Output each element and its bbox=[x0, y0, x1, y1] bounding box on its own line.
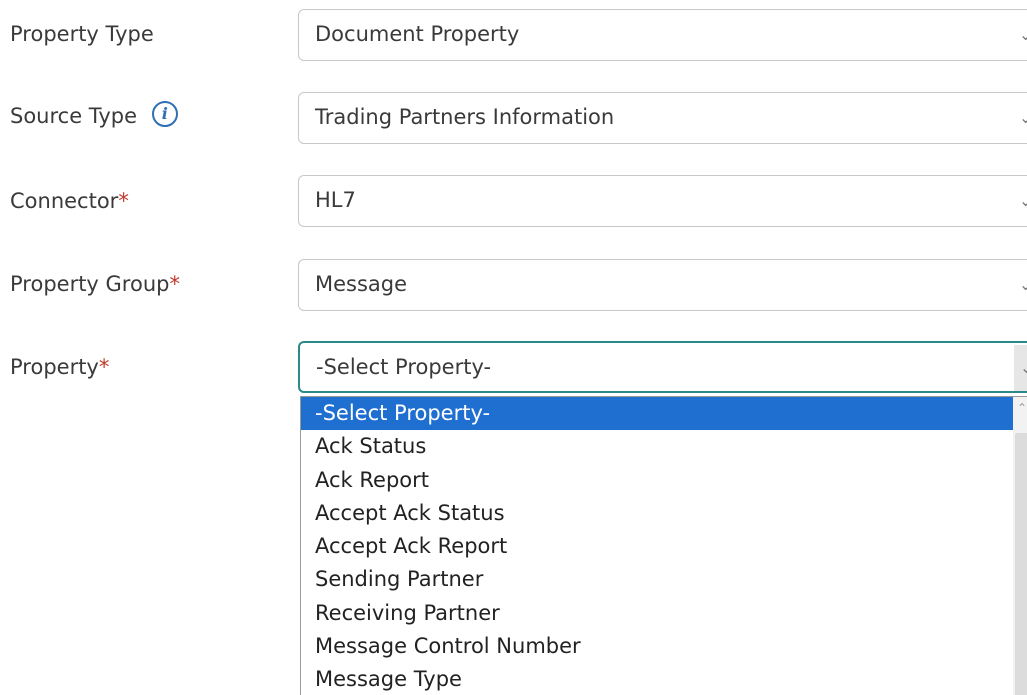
property-label-text: Property bbox=[10, 355, 99, 379]
property-form: Property Type Document Property ⌄ Source… bbox=[0, 0, 1027, 695]
property-group-label: Property Group* bbox=[10, 269, 180, 299]
dropdown-option[interactable]: Receiving Partner bbox=[301, 597, 1027, 630]
required-marker: * bbox=[169, 272, 180, 296]
chevron-down-icon: ⌄ bbox=[1019, 25, 1027, 44]
chevron-down-icon: ⌄ bbox=[1019, 191, 1027, 210]
chevron-up-icon[interactable]: ⌃ bbox=[1017, 401, 1027, 415]
property-group-label-text: Property Group bbox=[10, 272, 170, 296]
dropdown-option[interactable]: Message Type bbox=[301, 663, 1027, 695]
dropdown-option[interactable]: -Select Property- bbox=[301, 397, 1027, 431]
source-type-select[interactable]: Trading Partners Information ⌄ bbox=[298, 92, 1027, 144]
dropdown-option[interactable]: Message Control Number bbox=[301, 630, 1027, 663]
connector-label: Connector* bbox=[10, 186, 129, 216]
chevron-down-icon: ⌄ bbox=[1020, 358, 1027, 377]
dropdown-option[interactable]: Sending Partner bbox=[301, 563, 1027, 596]
scrollbar-thumb[interactable] bbox=[1015, 433, 1027, 695]
source-type-label: Source Type i bbox=[10, 101, 178, 131]
dropdown-option[interactable]: Ack Status bbox=[301, 430, 1027, 463]
property-group-select[interactable]: Message ⌄ bbox=[298, 259, 1027, 311]
source-type-value: Trading Partners Information bbox=[315, 105, 615, 129]
dropdown-option[interactable]: Accept Ack Report bbox=[301, 530, 1027, 563]
chevron-down-icon: ⌄ bbox=[1019, 275, 1027, 294]
property-label: Property* bbox=[10, 352, 109, 382]
chevron-down-icon: ⌄ bbox=[1019, 108, 1027, 127]
connector-label-text: Connector bbox=[10, 189, 119, 213]
property-select[interactable]: -Select Property- ⌄ bbox=[298, 341, 1027, 393]
required-marker: * bbox=[118, 189, 129, 213]
property-group-value: Message bbox=[315, 272, 408, 296]
required-marker: * bbox=[98, 355, 110, 379]
property-type-value: Document Property bbox=[315, 22, 520, 46]
source-type-label-text: Source Type bbox=[10, 104, 138, 128]
property-value: -Select Property- bbox=[316, 355, 492, 379]
property-type-label-text: Property Type bbox=[10, 22, 154, 46]
property-dropdown-list[interactable]: -Select Property- Ack Status Ack Report … bbox=[300, 396, 1027, 695]
connector-select[interactable]: HL7 ⌄ bbox=[298, 175, 1027, 227]
property-type-select[interactable]: Document Property ⌄ bbox=[298, 9, 1027, 61]
info-icon[interactable]: i bbox=[151, 101, 178, 127]
dropdown-option[interactable]: Ack Report bbox=[301, 464, 1027, 497]
property-type-label: Property Type bbox=[10, 19, 154, 49]
dropdown-option[interactable]: Accept Ack Status bbox=[301, 497, 1027, 530]
dropdown-scrollbar[interactable]: ⌃ bbox=[1013, 397, 1027, 695]
connector-value: HL7 bbox=[315, 188, 356, 212]
